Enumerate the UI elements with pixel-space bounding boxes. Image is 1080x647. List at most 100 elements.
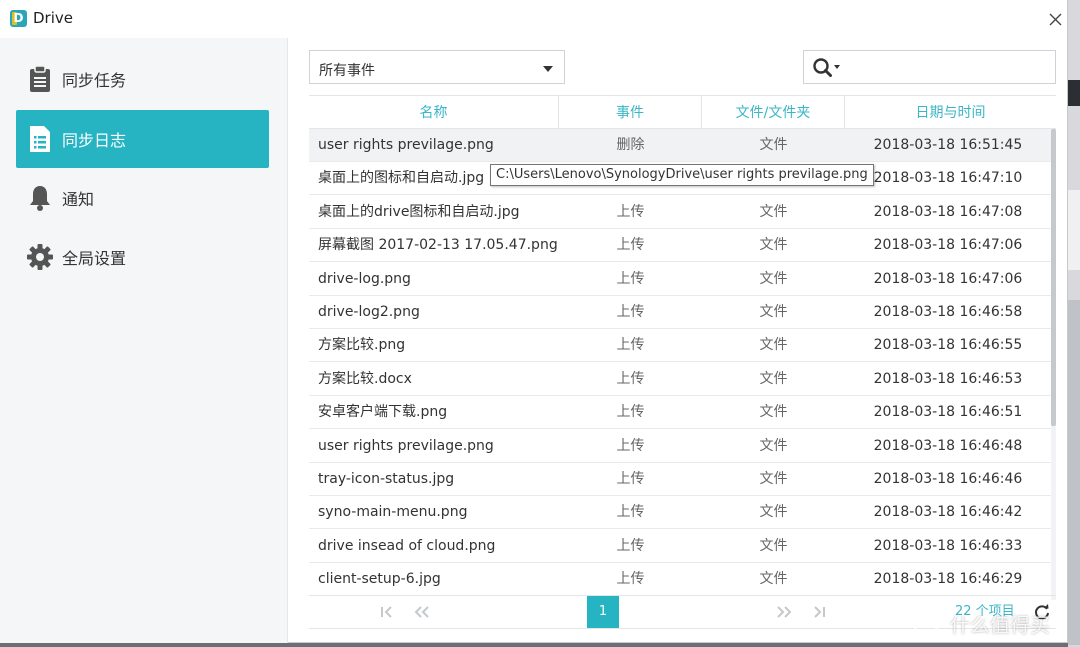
file-name-cell: tray-icon-status.jpg [318, 471, 455, 487]
file-name-cell: client-setup-6.jpg [318, 571, 441, 588]
sidebar-item-notifications[interactable]: 通知 [16, 169, 269, 227]
date-cell: 2018-03-18 16:47:10 [873, 170, 1023, 187]
search-box [803, 50, 1056, 84]
search-input[interactable] [850, 55, 1049, 81]
file-name-cell: 屏幕截图 2017-02-13 17.05.47.png [318, 237, 558, 254]
date-cell: 2018-03-18 16:51:45 [873, 137, 1023, 153]
type-cell: 文件 [759, 237, 788, 254]
gear-icon [26, 243, 54, 271]
type-cell: 文件 [759, 337, 788, 354]
column-header-date[interactable]: 日期与时间 [845, 96, 1056, 128]
double-chevron-right-icon [777, 606, 792, 618]
table-row[interactable]: drive-log2.png 上传 文件 2018-03-18 16:46:58 [309, 296, 1051, 329]
chevron-down-icon [543, 66, 553, 72]
close-icon [1049, 13, 1062, 26]
table-row[interactable]: client-setup-6.jpg 上传 文件 2018-03-18 16:46:2… [309, 563, 1051, 597]
table-row[interactable]: syno-main-menu.png 上传 文件 2018-03-18 16:46:4… [309, 496, 1051, 530]
file-name-cell: 安卓客户端下载.png [318, 404, 448, 421]
column-header-type[interactable]: 文件/文件夹 [702, 96, 845, 128]
event-filter-value: 所有事件 [319, 63, 375, 79]
last-page-button[interactable] [807, 596, 831, 628]
date-cell: 2018-03-18 16:46:33 [873, 537, 1023, 554]
file-name-cell: drive-log2.png [318, 304, 420, 320]
main-panel: 所有事件 名称 事件 文件/文件夹 日期与时间 user rights prev… [289, 38, 1067, 643]
file-name-cell: user rights previlage.png [318, 437, 494, 454]
file-name-cell: 方案比较.docx [318, 370, 412, 387]
type-cell: 文件 [759, 537, 788, 554]
type-cell: 文件 [759, 437, 788, 454]
item-count: 22 个项目 [955, 604, 1015, 619]
sidebar-item-label: 同步日志 [62, 131, 127, 150]
file-name-cell: drive insead of cloud.png [318, 537, 496, 554]
event-cell: 上传 [616, 203, 645, 220]
event-filter-dropdown[interactable]: 所有事件 [309, 50, 565, 84]
event-cell: 上传 [616, 270, 645, 287]
table-header: 名称 事件 文件/文件夹 日期与时间 [309, 95, 1056, 129]
date-cell: 2018-03-18 16:46:55 [873, 337, 1023, 354]
first-page-button[interactable] [375, 596, 399, 628]
date-cell: 2018-03-18 16:46:53 [873, 370, 1023, 387]
table-row[interactable]: 安卓客户端下载.png 上传 文件 2018-03-18 16:46:51 [309, 396, 1051, 430]
event-cell: 上传 [616, 537, 645, 554]
table-row[interactable]: 方案比较.docx 上传 文件 2018-03-18 16:46:53 [309, 363, 1051, 396]
pagination-bar: 1 22 个项目 [309, 595, 1056, 629]
search-icon[interactable] [812, 57, 846, 79]
table-row[interactable]: 桌面上的drive图标和自启动.jpg 上传 文件 2018-03-18 16:47:… [309, 196, 1051, 229]
file-name-cell: 方案比较.png [318, 337, 406, 354]
event-cell: 上传 [616, 304, 645, 320]
date-cell: 2018-03-18 16:46:48 [873, 437, 1023, 454]
table-row[interactable]: 方案比较.png 上传 文件 2018-03-18 16:46:55 [309, 329, 1051, 363]
sidebar-item-label: 同步任务 [62, 71, 127, 90]
sidebar: 同步任务 同步日志 通知 全局设置 [0, 38, 288, 643]
clipboard-icon [26, 65, 54, 93]
background-desktop-strip [1068, 0, 1080, 647]
next-page-button[interactable] [771, 596, 797, 628]
table-row[interactable]: drive-log.png 上传 文件 2018-03-18 16:47:06 [309, 263, 1051, 296]
date-cell: 2018-03-18 16:46:51 [873, 404, 1023, 421]
close-button[interactable] [1042, 6, 1068, 32]
table-row[interactable]: user rights previlage.png 删除 文件 2018-03-18 … [309, 129, 1051, 162]
type-cell: 文件 [759, 304, 788, 320]
date-cell: 2018-03-18 16:47:08 [873, 203, 1023, 220]
date-cell: 2018-03-18 16:46:46 [873, 471, 1023, 487]
drive-window: D Drive 同步任务 同步日志 通知 全局设置 所有事件 名称 事件 文件/… [0, 0, 1068, 643]
table-row[interactable]: tray-icon-status.jpg 上传 文件 2018-03-18 16:46… [309, 463, 1051, 496]
type-cell: 文件 [759, 471, 788, 487]
log-document-icon [26, 125, 54, 153]
double-chevron-left-icon [414, 606, 429, 618]
type-cell: 文件 [759, 203, 788, 220]
date-cell: 2018-03-18 16:46:58 [873, 304, 1023, 320]
refresh-icon [1035, 604, 1049, 620]
date-cell: 2018-03-18 16:46:29 [873, 571, 1023, 588]
sidebar-item-sync-tasks[interactable]: 同步任务 [16, 50, 269, 108]
sidebar-item-global-settings[interactable]: 全局设置 [16, 228, 269, 286]
event-cell: 上传 [616, 437, 645, 454]
type-cell: 文件 [759, 404, 788, 421]
type-cell: 文件 [759, 270, 788, 287]
table-row[interactable]: user rights previlage.png 上传 文件 2018-03-18 … [309, 430, 1051, 463]
event-cell: 上传 [616, 370, 645, 387]
bell-icon [26, 184, 54, 212]
date-cell: 2018-03-18 16:47:06 [873, 237, 1023, 254]
column-header-name[interactable]: 名称 [309, 96, 559, 128]
column-header-event[interactable]: 事件 [559, 96, 702, 128]
sidebar-item-sync-log[interactable]: 同步日志 [16, 110, 269, 168]
event-cell: 上传 [616, 337, 645, 354]
title-bar: D Drive [0, 0, 1068, 38]
table-row[interactable]: drive insead of cloud.png 上传 文件 2018-03-18 … [309, 530, 1051, 563]
window-title: Drive [33, 9, 73, 27]
event-cell: 上传 [616, 571, 645, 588]
last-page-icon [814, 606, 825, 618]
file-name-cell: 桌面上的drive图标和自启动.jpg [318, 203, 520, 220]
refresh-button[interactable] [1033, 603, 1051, 621]
current-page-button[interactable]: 1 [587, 596, 619, 628]
previous-page-button[interactable] [409, 596, 435, 628]
file-name-cell: syno-main-menu.png [318, 504, 468, 521]
type-cell: 文件 [759, 504, 788, 521]
table-row[interactable]: 屏幕截图 2017-02-13 17.05.47.png 上传 文件 2018-03-… [309, 229, 1051, 263]
sidebar-item-label: 全局设置 [62, 249, 127, 268]
vertical-scrollbar[interactable] [1051, 129, 1056, 600]
file-name-cell: drive-log.png [318, 270, 411, 287]
sidebar-item-label: 通知 [62, 190, 95, 209]
scrollbar-thumb[interactable] [1051, 129, 1056, 426]
